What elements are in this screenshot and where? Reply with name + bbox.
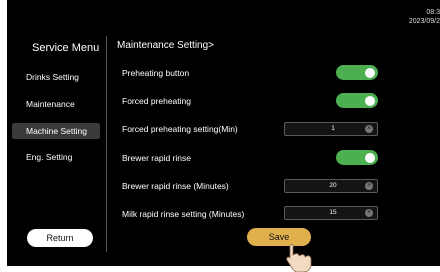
clock-time: 08:3 bbox=[426, 9, 440, 16]
page-title: Maintenance Setting> bbox=[117, 40, 215, 51]
brewer-rapid-rinse-minutes-field[interactable]: 20 × bbox=[284, 179, 378, 193]
setting-label-milk-rapid-rinse-minutes: Milk rapid rinse setting (Minutes) bbox=[122, 209, 245, 219]
return-button[interactable]: Return bbox=[27, 229, 93, 247]
circle-x-icon[interactable]: × bbox=[365, 182, 373, 190]
sidebar-item-drinks-setting[interactable]: Drinks Setting bbox=[12, 69, 100, 85]
preheating-button-toggle[interactable] bbox=[336, 65, 378, 80]
circle-x-icon[interactable]: × bbox=[365, 209, 373, 217]
toggle-knob bbox=[365, 95, 375, 106]
milk-rapid-rinse-minutes-field[interactable]: 15 × bbox=[284, 206, 378, 220]
setting-label-brewer-rapid-rinse-minutes: Brewer rapid rinse (Minutes) bbox=[122, 181, 229, 191]
hand-pointer-icon bbox=[286, 244, 312, 272]
sidebar-item-machine-setting[interactable]: Machine Setting bbox=[12, 123, 100, 139]
screen-bezel-bottom bbox=[0, 266, 440, 272]
sidebar-item-maintenance[interactable]: Maintenance bbox=[12, 96, 100, 112]
setting-label-forced-preheating-min: Forced preheating setting(Min) bbox=[122, 124, 238, 134]
forced-preheating-min-field[interactable]: 1 × bbox=[284, 122, 378, 136]
sidebar-title: Service Menu bbox=[32, 42, 100, 54]
clock-date: 2023/09/2 bbox=[408, 18, 440, 25]
sidebar-divider bbox=[106, 36, 107, 252]
forced-preheating-toggle[interactable] bbox=[336, 93, 378, 108]
setting-label-brewer-rapid-rinse: Brewer rapid rinse bbox=[122, 153, 191, 163]
screen-bezel-left bbox=[0, 0, 7, 272]
setting-label-forced-preheating: Forced preheating bbox=[122, 96, 191, 106]
clock: 08:3 2023/09/2 bbox=[409, 8, 440, 26]
setting-label-preheating-button: Preheating button bbox=[122, 68, 190, 78]
brewer-rapid-rinse-toggle[interactable] bbox=[336, 150, 378, 165]
sidebar-item-eng-setting[interactable]: Eng. Setting bbox=[12, 149, 100, 165]
toggle-knob bbox=[365, 152, 375, 163]
toggle-knob bbox=[365, 67, 375, 78]
circle-x-icon[interactable]: × bbox=[365, 125, 373, 133]
